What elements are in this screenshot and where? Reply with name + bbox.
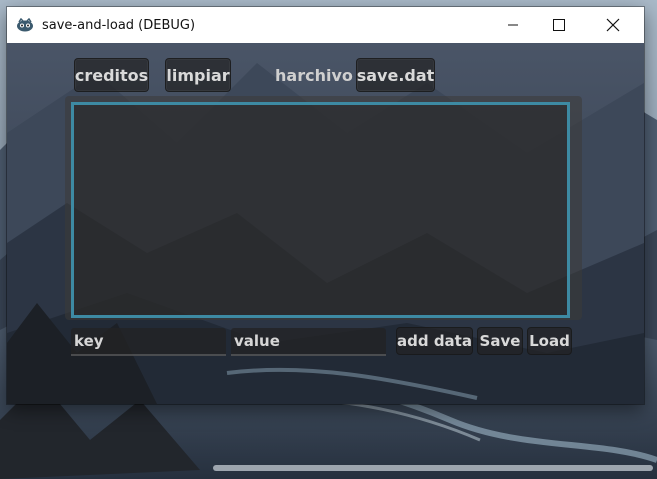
save-button[interactable]: Save: [477, 327, 523, 355]
godot-app-icon: [17, 18, 33, 32]
window-title: save-and-load (DEBUG): [42, 17, 196, 33]
load-button[interactable]: Load: [527, 327, 572, 355]
maximize-icon: [553, 19, 565, 31]
clear-button[interactable]: limpiar: [165, 58, 231, 92]
data-text-area[interactable]: [71, 102, 570, 318]
minimize-button[interactable]: [490, 7, 536, 43]
value-input[interactable]: value: [231, 328, 386, 356]
close-button[interactable]: [590, 7, 636, 43]
file-name-button[interactable]: save.dat: [356, 58, 435, 92]
close-icon: [606, 18, 620, 32]
app-client-area: creditos limpiar harchivo save.dat key v…: [7, 43, 644, 404]
minimize-icon: [508, 24, 518, 26]
credits-button[interactable]: creditos: [74, 58, 149, 92]
key-input[interactable]: key: [71, 328, 226, 356]
app-window: save-and-load (DEBUG) creditos limpiar h…: [7, 7, 644, 404]
add-data-button[interactable]: add data: [396, 327, 473, 355]
file-label: harchivo: [275, 65, 353, 85]
maximize-button[interactable]: [536, 7, 582, 43]
title-bar[interactable]: save-and-load (DEBUG): [7, 7, 644, 43]
